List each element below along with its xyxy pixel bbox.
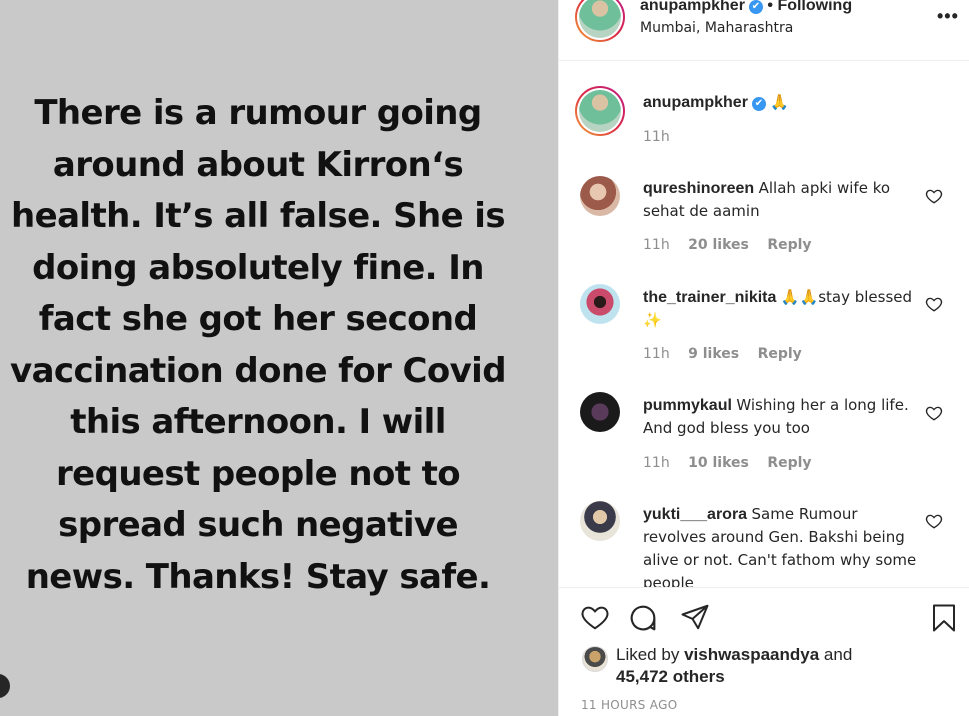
- comment-username[interactable]: yukti___arora: [643, 506, 747, 523]
- like-comment-heart-icon[interactable]: [925, 295, 943, 313]
- comment-likes[interactable]: 20 likes: [688, 237, 749, 253]
- liked-by-summary: Liked by vishwaspaandya and 45,472 other…: [616, 644, 852, 688]
- post-header: anupampkher ✔ • Following Mumbai, Maharas…: [559, 0, 969, 61]
- comment-likes[interactable]: 9 likes: [688, 346, 739, 362]
- post-timestamp[interactable]: 11 HOURS AGO: [581, 698, 677, 712]
- comment-meta: 11h 9 likes Reply: [643, 346, 816, 362]
- caption-author-avatar[interactable]: [575, 86, 625, 136]
- image-text-line: doing absolutely fine. In: [32, 247, 484, 288]
- comment-username[interactable]: qureshinoreen: [643, 180, 754, 197]
- reply-button[interactable]: Reply: [767, 455, 811, 471]
- comment-time[interactable]: 11h: [643, 455, 670, 471]
- comment-username[interactable]: the_trainer_nikita: [643, 289, 776, 306]
- like-comment-heart-icon[interactable]: [925, 187, 943, 205]
- following-button[interactable]: Following: [777, 0, 852, 14]
- caption: anupampkher ✔ 🙏: [643, 91, 923, 114]
- comment: the_trainer_nikita 🙏🙏stay blessed ✨: [643, 286, 923, 332]
- image-text-line: request people not to: [55, 453, 461, 494]
- image-text-line: news. Thanks! Stay safe.: [25, 556, 491, 597]
- image-text-line: There is a rumour going: [34, 93, 482, 133]
- separator-dot: •: [767, 0, 773, 14]
- like-comment-heart-icon[interactable]: [925, 512, 943, 530]
- reply-button[interactable]: Reply: [767, 237, 811, 253]
- save-bookmark-icon[interactable]: [929, 602, 959, 634]
- image-text-line: this afternoon. I will: [70, 402, 446, 442]
- comment-meta: 11h 10 likes Reply: [643, 455, 826, 471]
- reply-button[interactable]: Reply: [758, 346, 802, 362]
- image-text-line: vaccination done for Covid: [10, 350, 507, 391]
- post-side-panel: anupampkher ✔ • Following Mumbai, Maharas…: [558, 0, 969, 716]
- commenter-avatar[interactable]: [580, 392, 620, 432]
- liked-by-prefix: Liked by: [616, 645, 680, 664]
- post-actions: Liked by vishwaspaandya and 45,472 other…: [559, 587, 969, 716]
- author-username[interactable]: anupampkher: [640, 0, 745, 14]
- post-image-text: There is a rumour going around about Kir…: [0, 88, 516, 603]
- liker-avatar[interactable]: [582, 646, 608, 672]
- image-text-line: around about Kirron‘s: [52, 144, 464, 185]
- liked-by-and: and: [823, 645, 853, 664]
- share-paper-plane-icon[interactable]: [679, 602, 711, 632]
- comment: qureshinoreen Allah apki wife ko sehat d…: [643, 177, 923, 223]
- comment-time[interactable]: 11h: [643, 346, 670, 362]
- author-avatar[interactable]: [575, 0, 625, 42]
- comment-username[interactable]: pummykaul: [643, 397, 732, 414]
- comments-list[interactable]: anupampkher ✔ 🙏 11h qureshinoreen Allah a…: [559, 62, 969, 587]
- comment: pummykaul Wishing her a long life. And g…: [643, 394, 923, 440]
- liked-by-user[interactable]: vishwaspaandya: [684, 645, 819, 664]
- comment-bubble-icon[interactable]: [627, 602, 659, 634]
- likes-count[interactable]: 45,472 others: [616, 667, 725, 686]
- comment-time[interactable]: 11h: [643, 237, 670, 253]
- caption-meta: 11h: [643, 129, 684, 145]
- post-image[interactable]: There is a rumour going around about Kir…: [0, 0, 558, 716]
- author-line: anupampkher ✔ • Following: [640, 0, 852, 15]
- caption-username[interactable]: anupampkher: [643, 94, 748, 111]
- verified-badge-icon: ✔: [751, 97, 766, 111]
- comment-likes[interactable]: 10 likes: [688, 455, 749, 471]
- image-text-line: health. It’s all false. She is: [11, 196, 506, 236]
- commenter-avatar[interactable]: [580, 501, 620, 541]
- commenter-avatar[interactable]: [580, 284, 620, 324]
- comment: yukti___arora Same Rumour revolves aroun…: [643, 503, 923, 587]
- image-text-line: spread such negative: [58, 505, 458, 545]
- like-heart-icon[interactable]: [579, 602, 611, 632]
- caption-time[interactable]: 11h: [643, 129, 670, 145]
- post-location[interactable]: Mumbai, Maharashtra: [640, 20, 793, 36]
- more-options-icon[interactable]: •••: [937, 6, 959, 27]
- like-comment-heart-icon[interactable]: [925, 404, 943, 422]
- verified-badge-icon: ✔: [748, 0, 763, 14]
- tagged-user-icon[interactable]: [0, 674, 10, 698]
- commenter-avatar[interactable]: [580, 176, 620, 216]
- comment-meta: 11h 20 likes Reply: [643, 237, 826, 253]
- caption-text: 🙏: [770, 93, 790, 111]
- image-text-line: fact she got her second: [38, 299, 478, 339]
